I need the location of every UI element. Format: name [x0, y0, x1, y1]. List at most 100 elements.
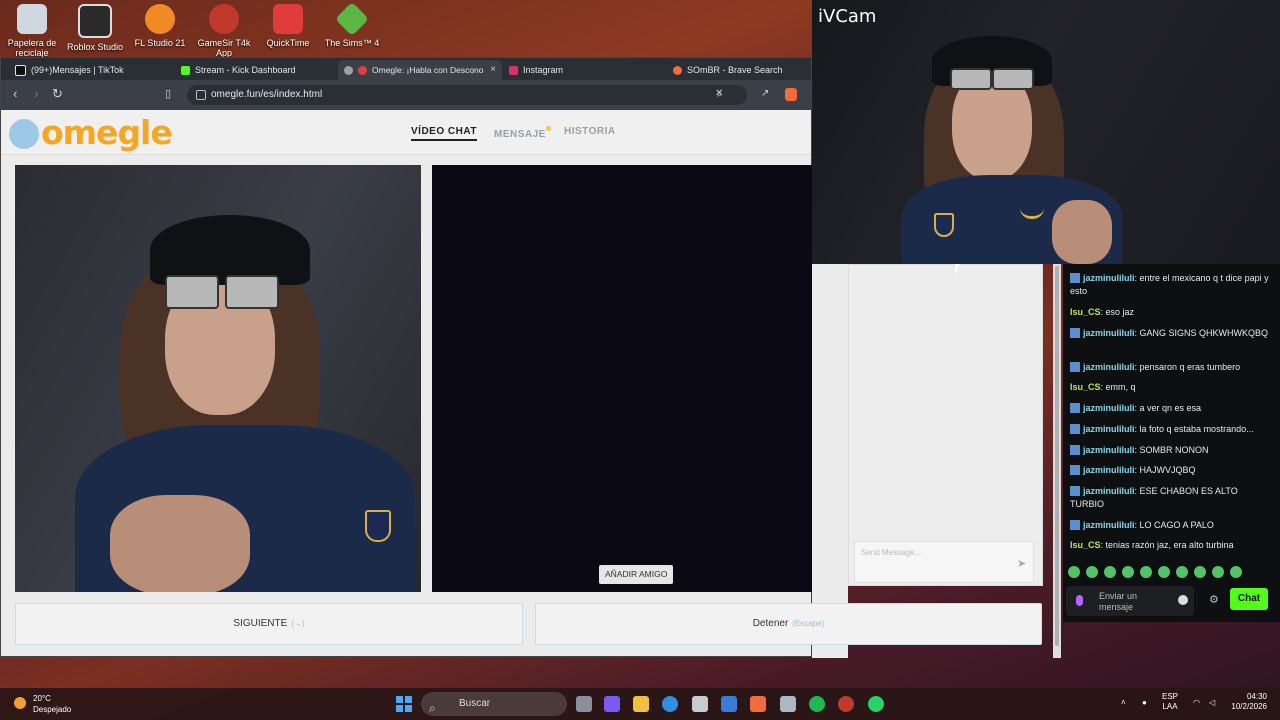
tab-brave-search[interactable]: SOmBR - Brave Search: [667, 60, 811, 80]
chat-username[interactable]: Isu_CS: [1070, 540, 1101, 550]
desktop-icon-fl-studio[interactable]: FL Studio 21: [128, 4, 192, 48]
address-bar[interactable]: omegle.fun/es/index.html ⌕: [187, 85, 747, 105]
emote-icon[interactable]: [1068, 566, 1080, 578]
chat-username[interactable]: jazminuliluli: [1083, 273, 1135, 283]
emote-icon[interactable]: [1212, 566, 1224, 578]
send-message-input[interactable]: Send Message...: [854, 541, 1034, 583]
chat-message: jazminuliluli: a ver qn es esa: [1070, 402, 1270, 415]
nav-mensaje[interactable]: MENSAJE: [494, 126, 551, 140]
desktop-icon-label: Roblox Studio: [66, 42, 124, 52]
start-button[interactable]: [396, 696, 412, 712]
send-icon[interactable]: ➤: [1017, 557, 1026, 570]
tab-kick-dashboard[interactable]: Stream - Kick Dashboard: [175, 60, 341, 80]
emote-icon[interactable]: [1176, 566, 1188, 578]
notification-dot: [545, 126, 551, 131]
reload-icon[interactable]: ↻: [52, 87, 63, 101]
chat-username[interactable]: jazminuliluli: [1083, 362, 1135, 372]
brave-icon: [673, 66, 682, 76]
emote-icon[interactable]: [1194, 566, 1206, 578]
taskbar-search[interactable]: ⌕ Buscar: [421, 692, 567, 716]
close-tab-icon[interactable]: ×: [490, 60, 496, 80]
store-icon[interactable]: [692, 696, 708, 712]
chat-message: jazminuliluli: SOMBR NONON: [1070, 444, 1270, 457]
language-indicator[interactable]: ESP LAA: [1162, 692, 1178, 712]
volume-icon[interactable]: ◁: [1209, 698, 1215, 708]
desktop-icon-label: QuickTime: [266, 38, 310, 48]
clock[interactable]: 04:30 10/2/2026: [1223, 692, 1267, 712]
emote-icon[interactable]: [1104, 566, 1116, 578]
chevron-up-icon[interactable]: ˄: [1121, 698, 1126, 708]
emote-icon[interactable]: [1158, 566, 1170, 578]
share-icon[interactable]: ↗: [761, 87, 769, 101]
desktop-icon-the-sims[interactable]: The Sims™ 4: [320, 2, 384, 48]
boca-badge: [365, 510, 391, 542]
desktop-icon-gamesir[interactable]: GameSir T4k App: [192, 4, 256, 58]
person-hand: [1052, 200, 1112, 264]
badge-icon: [1070, 424, 1080, 434]
emoji-icon[interactable]: [1178, 595, 1188, 605]
gear-icon[interactable]: ⚙: [1209, 593, 1219, 606]
roblox-studio-icon: [78, 4, 112, 38]
chat-username[interactable]: Isu_CS: [1070, 307, 1101, 317]
edge-icon[interactable]: [662, 696, 678, 712]
desktop-icon-recycle-bin[interactable]: Papelera de reciclaje: [0, 4, 64, 58]
badge-icon: [1070, 486, 1080, 496]
badge-icon: [1070, 362, 1080, 372]
wifi-icon[interactable]: ◠: [1193, 698, 1200, 708]
emote-icon[interactable]: [1140, 566, 1152, 578]
url-text: omegle.fun/es/index.html: [211, 89, 323, 100]
bookmark-icon[interactable]: ▯: [165, 87, 171, 101]
no-video-icon[interactable]: ✕: [715, 87, 723, 101]
emote-bar: [1068, 566, 1278, 580]
omegle-logo[interactable]: omegle: [9, 113, 173, 152]
chat-username[interactable]: Isu_CS: [1070, 382, 1101, 392]
search-icon: ⌕: [429, 701, 436, 715]
emote-icon[interactable]: [1122, 566, 1134, 578]
weather-text: Despejado: [33, 705, 72, 714]
brave-shields-icon[interactable]: [785, 88, 797, 101]
date: 10/2/2026: [1231, 702, 1267, 711]
page-background: [836, 264, 848, 658]
gamesir-icon[interactable]: [838, 696, 854, 712]
copilot-icon[interactable]: [604, 696, 620, 712]
fl-studio-icon: [145, 4, 175, 34]
spotify-icon[interactable]: [809, 696, 825, 712]
desktop-icon-roblox-studio[interactable]: Roblox Studio: [63, 4, 127, 52]
next-button[interactable]: SIGUIENTE (→): [15, 603, 523, 645]
tab-instagram[interactable]: Instagram: [503, 60, 659, 80]
chat-username[interactable]: jazminuliluli: [1083, 520, 1135, 530]
nav-historia[interactable]: HISTORIA: [564, 126, 616, 137]
emote-icon[interactable]: [1086, 566, 1098, 578]
microphone-icon[interactable]: [1076, 595, 1083, 606]
language: ESP: [1162, 692, 1179, 701]
ivcam-icon[interactable]: [780, 696, 796, 712]
badge-icon: [1070, 465, 1080, 475]
microphone-icon[interactable]: ●: [1142, 698, 1147, 708]
tab-omegle[interactable]: Omegle: ¡Habla con Descono ×: [338, 60, 502, 80]
chat-username[interactable]: jazminuliluli: [1083, 424, 1135, 434]
forward-icon[interactable]: ›: [34, 87, 38, 101]
brave-icon[interactable]: [750, 696, 766, 712]
chat-username[interactable]: jazminuliluli: [1083, 445, 1135, 455]
stop-button[interactable]: Detener (Escape): [535, 603, 1042, 645]
chat-username[interactable]: jazminuliluli: [1083, 465, 1135, 475]
chat-username[interactable]: jazminuliluli: [1083, 486, 1135, 496]
gamesir-icon: [209, 4, 239, 34]
chat-username[interactable]: jazminuliluli: [1083, 328, 1135, 338]
nav-video-chat[interactable]: VÍDEO CHAT: [411, 126, 477, 141]
whatsapp-icon[interactable]: [868, 696, 884, 712]
scrollbar-thumb[interactable]: [1055, 266, 1059, 646]
task-view-icon[interactable]: [576, 696, 592, 712]
emote-icon[interactable]: [1230, 566, 1242, 578]
badge-icon: [1070, 328, 1080, 338]
back-icon[interactable]: ‹: [13, 87, 17, 101]
next-label: SIGUIENTE: [233, 618, 288, 629]
add-friend-button[interactable]: AÑADIR AMIGO: [599, 565, 674, 584]
kick-message-input[interactable]: Enviar un mensaje: [1066, 586, 1194, 616]
desktop-icon-quicktime[interactable]: QuickTime: [256, 4, 320, 48]
chat-username[interactable]: jazminuliluli: [1083, 403, 1135, 413]
file-explorer-icon[interactable]: [633, 696, 649, 712]
mail-icon[interactable]: [721, 696, 737, 712]
chat-send-button[interactable]: Chat: [1230, 588, 1268, 610]
tab-tiktok[interactable]: (99+)Mensajes | TikTok: [9, 60, 175, 80]
